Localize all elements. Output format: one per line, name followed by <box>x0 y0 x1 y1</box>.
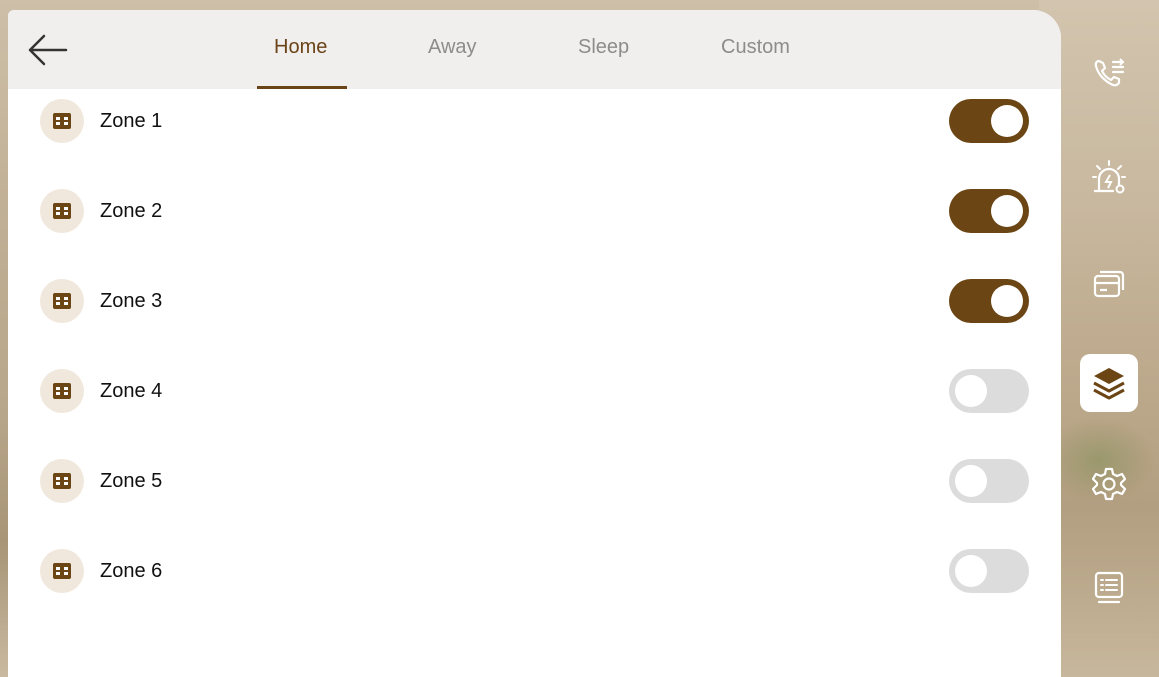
zone-label: Zone 1 <box>100 110 163 132</box>
zone-label: Zone 2 <box>100 200 163 222</box>
call-settings-icon <box>1094 58 1125 87</box>
toggle-knob <box>955 465 987 497</box>
zone-grid-icon <box>53 473 71 489</box>
zone-toggle[interactable] <box>949 279 1029 323</box>
zone-label: Zone 4 <box>100 380 163 402</box>
zone-toggle[interactable] <box>949 549 1029 593</box>
zone-toggle[interactable] <box>949 189 1029 233</box>
zone-toggle[interactable] <box>949 369 1029 413</box>
zone-label: Zone 5 <box>100 470 163 492</box>
tab-sleep[interactable]: Sleep <box>578 36 629 59</box>
tab-custom[interactable]: Custom <box>721 36 790 59</box>
gear-icon <box>1091 467 1127 501</box>
zone-icon <box>40 549 84 593</box>
layers-icon <box>1093 368 1125 400</box>
zone-icon <box>40 99 84 143</box>
zone-toggle[interactable] <box>949 459 1029 503</box>
sidebar-item-call[interactable] <box>1080 44 1138 102</box>
top-bar: Home Away Sleep Custom <box>8 10 1061 89</box>
zone-grid-icon <box>53 563 71 579</box>
zone-icon <box>40 459 84 503</box>
toggle-knob <box>991 285 1023 317</box>
card-icon <box>1093 270 1125 298</box>
toggle-knob <box>955 555 987 587</box>
sidebar-item-arming[interactable] <box>1080 354 1138 412</box>
zone-row: Zone 3 <box>8 271 1061 331</box>
back-button[interactable] <box>24 28 72 72</box>
zone-icon <box>40 369 84 413</box>
toggle-knob <box>991 105 1023 137</box>
zone-grid-icon <box>53 203 71 219</box>
zone-row: Zone 1 <box>8 91 1061 151</box>
zone-row: Zone 6 <box>8 541 1061 601</box>
active-tab-indicator <box>257 86 347 89</box>
tab-away[interactable]: Away <box>428 36 477 59</box>
alarm-settings-icon <box>1092 160 1126 194</box>
sidebar-item-cards[interactable] <box>1080 254 1138 312</box>
zone-icon <box>40 189 84 233</box>
sidebar-item-alarm[interactable] <box>1080 148 1138 206</box>
zone-label: Zone 6 <box>100 560 163 582</box>
zone-grid-icon <box>53 293 71 309</box>
zone-label: Zone 3 <box>100 290 163 312</box>
zone-grid-icon <box>53 383 71 399</box>
zone-icon <box>40 279 84 323</box>
tab-home[interactable]: Home <box>274 36 327 59</box>
zone-grid-icon <box>53 113 71 129</box>
message-list-icon <box>1094 571 1124 604</box>
sidebar-item-messages[interactable] <box>1080 558 1138 616</box>
toggle-knob <box>991 195 1023 227</box>
zone-row: Zone 2 <box>8 181 1061 241</box>
zone-row: Zone 5 <box>8 451 1061 511</box>
toggle-knob <box>955 375 987 407</box>
main-panel: Home Away Sleep Custom Zone 1 Zone 2 Zone … <box>8 10 1061 677</box>
back-arrow-icon <box>28 34 68 66</box>
zone-toggle[interactable] <box>949 99 1029 143</box>
zone-row: Zone 4 <box>8 361 1061 421</box>
sidebar-item-settings[interactable] <box>1080 455 1138 513</box>
